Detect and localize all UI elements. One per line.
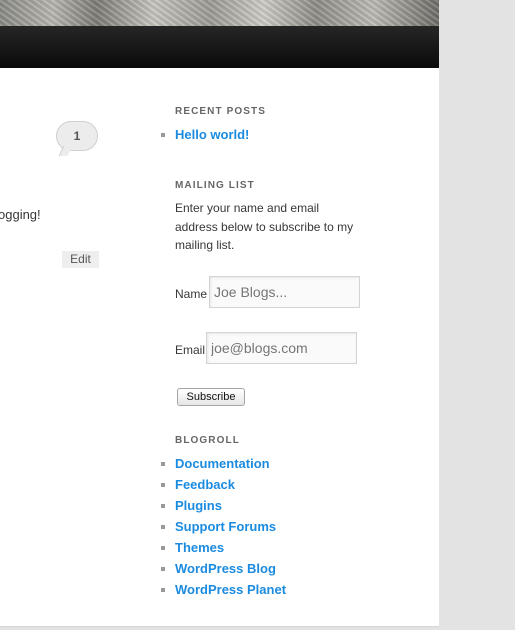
page-content: 1 ogging! Edit RECENT POSTS Hello world!… (0, 0, 439, 627)
blogroll-link-themes[interactable]: Themes (175, 540, 224, 555)
edit-post-link[interactable]: Edit (62, 251, 99, 268)
blogroll-link-feedback[interactable]: Feedback (175, 477, 235, 492)
blogroll-item[interactable]: Themes (160, 539, 286, 560)
blogroll-heading: BLOGROLL (175, 435, 240, 446)
mailing-list-description: Enter your name and email address below … (175, 201, 354, 252)
main-navigation-bar (0, 26, 439, 68)
blogroll-list: Documentation Feedback Plugins Support F… (160, 455, 286, 602)
blogroll-item[interactable]: Support Forums (160, 518, 286, 539)
email-field-label: Email (175, 343, 206, 357)
blogroll-link-wordpress-planet[interactable]: WordPress Planet (175, 582, 286, 597)
page-bottom-border (0, 626, 439, 627)
post-content-text: ogging! (0, 207, 41, 222)
blogroll-item[interactable]: Feedback (160, 476, 286, 497)
blogroll-item[interactable]: Plugins (160, 497, 286, 518)
header-image (0, 0, 439, 26)
mailing-list-heading: MAILING LIST (175, 180, 255, 191)
blogroll-link-wordpress-blog[interactable]: WordPress Blog (175, 561, 276, 576)
recent-post-link[interactable]: Hello world! (160, 126, 249, 147)
recent-posts-heading: RECENT POSTS (175, 106, 266, 117)
email-input[interactable] (206, 332, 357, 364)
recent-post-link-text[interactable]: Hello world! (175, 127, 249, 142)
blogroll-item[interactable]: Documentation (160, 455, 286, 476)
blogroll-item[interactable]: WordPress Blog (160, 560, 286, 581)
comment-count-bubble[interactable]: 1 (56, 121, 98, 151)
blogroll-link-support-forums[interactable]: Support Forums (175, 519, 276, 534)
blogroll-item[interactable]: WordPress Planet (160, 581, 286, 602)
subscribe-button[interactable]: Subscribe (177, 388, 245, 406)
blogroll-link-plugins[interactable]: Plugins (175, 498, 222, 513)
recent-posts-list: Hello world! (160, 126, 249, 147)
name-field-label: Name (175, 287, 208, 301)
blogroll-link-documentation[interactable]: Documentation (175, 456, 270, 471)
name-input[interactable] (209, 276, 360, 308)
